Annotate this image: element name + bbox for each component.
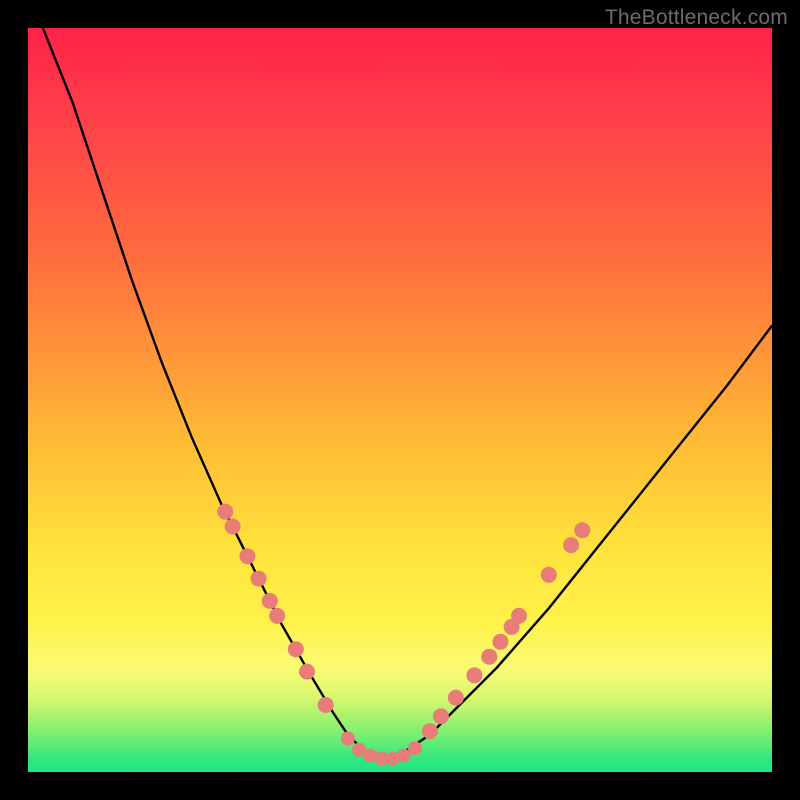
curve-marker [225,519,241,535]
curve-marker [422,723,438,739]
plot-area [28,28,772,772]
curve-marker [466,667,482,683]
curve-marker [408,741,422,755]
curve-marker [541,567,557,583]
curve-marker [511,608,527,624]
curve-marker [217,504,233,520]
bottleneck-curve-path [43,28,772,757]
curve-marker [341,732,355,746]
curve-marker [481,649,497,665]
bottleneck-curve-svg [28,28,772,772]
curve-marker [251,571,267,587]
watermark-text: TheBottleneck.com [605,6,788,30]
curve-marker [492,634,508,650]
curve-marker [262,593,278,609]
curve-marker [318,697,334,713]
curve-markers [217,504,590,766]
curve-marker [240,548,256,564]
chart-frame: TheBottleneck.com [0,0,800,800]
curve-marker [288,641,304,657]
curve-marker [563,537,579,553]
curve-marker [269,608,285,624]
curve-marker [433,708,449,724]
curve-marker [448,690,464,706]
curve-marker [299,664,315,680]
curve-marker [574,522,590,538]
